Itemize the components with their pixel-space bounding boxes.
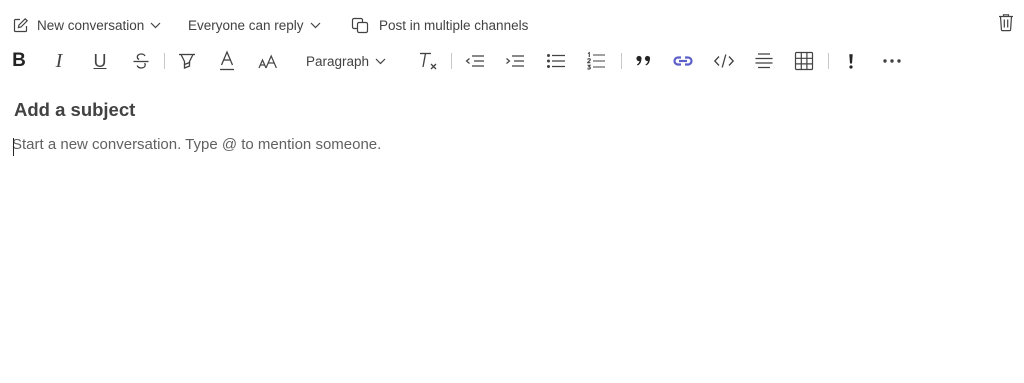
paragraph-style-dropdown[interactable]: Paragraph [306, 46, 396, 76]
toolbar-divider [451, 53, 452, 69]
message-body-placeholder: Start a new conversation. Type @ to ment… [12, 136, 382, 153]
link-icon [672, 53, 694, 69]
increase-indent-icon [505, 52, 525, 70]
quote-button[interactable] [632, 46, 656, 76]
chevron-down-icon [150, 22, 161, 29]
strikethrough-icon [131, 51, 151, 71]
table-icon [794, 51, 814, 71]
code-snippet-button[interactable] [711, 46, 737, 76]
italic-button[interactable]: I [48, 46, 70, 76]
compose-icon [12, 17, 29, 34]
reply-setting-dropdown[interactable]: Everyone can reply [188, 13, 321, 37]
compose-header: New conversation Everyone can reply Post… [0, 0, 1024, 48]
numbered-list-icon [586, 51, 606, 71]
highlighter-icon [176, 51, 198, 71]
new-conversation-label: New conversation [37, 17, 145, 33]
italic-label: I [55, 49, 63, 72]
delete-draft-button[interactable] [996, 14, 1016, 36]
more-options-button[interactable] [878, 46, 906, 76]
bold-button[interactable]: B [8, 46, 30, 76]
horizontal-rule-icon [754, 51, 774, 71]
message-body-field[interactable]: Start a new conversation. Type @ to ment… [12, 136, 1002, 158]
font-size-button[interactable] [256, 46, 280, 76]
numbered-list-button[interactable] [584, 46, 608, 76]
more-options-icon [882, 58, 902, 64]
bold-label: B [12, 50, 26, 71]
trash-icon [998, 13, 1014, 37]
toolbar-divider [828, 53, 829, 69]
increase-indent-button[interactable] [503, 46, 527, 76]
new-conversation-dropdown[interactable]: New conversation [12, 13, 161, 37]
font-color-button[interactable] [216, 46, 238, 76]
underline-button[interactable]: U [89, 46, 111, 76]
code-icon [713, 52, 735, 70]
copy-channels-icon [351, 17, 370, 34]
font-color-icon [219, 50, 235, 72]
highlight-button[interactable] [175, 46, 199, 76]
paragraph-style-label: Paragraph [306, 53, 370, 69]
exclamation-icon [848, 53, 854, 69]
toolbar-divider [621, 53, 622, 69]
bulleted-list-icon [546, 52, 566, 70]
decrease-indent-icon [465, 52, 485, 70]
horizontal-rule-button[interactable] [752, 46, 776, 76]
chevron-down-icon [310, 22, 321, 29]
insert-link-button[interactable] [671, 46, 695, 76]
chevron-down-icon [375, 58, 386, 65]
post-multiple-channels-label: Post in multiple channels [379, 17, 529, 33]
clear-formatting-button[interactable] [416, 46, 440, 76]
text-cursor [13, 138, 14, 156]
insert-table-button[interactable] [792, 46, 816, 76]
decrease-indent-button[interactable] [463, 46, 487, 76]
mark-important-button[interactable] [840, 46, 862, 76]
subject-field[interactable]: Add a subject [14, 99, 1004, 125]
font-size-icon [258, 52, 278, 70]
bulleted-list-button[interactable] [544, 46, 568, 76]
post-multiple-channels-button[interactable]: Post in multiple channels [351, 13, 528, 37]
clear-formatting-icon [417, 50, 439, 72]
formatting-toolbar: B I U Paragraph [0, 46, 1024, 76]
underline-label: U [93, 50, 107, 71]
strikethrough-button[interactable] [130, 46, 152, 76]
quote-icon [635, 54, 653, 68]
reply-setting-label: Everyone can reply [188, 17, 304, 33]
toolbar-divider [164, 53, 165, 69]
